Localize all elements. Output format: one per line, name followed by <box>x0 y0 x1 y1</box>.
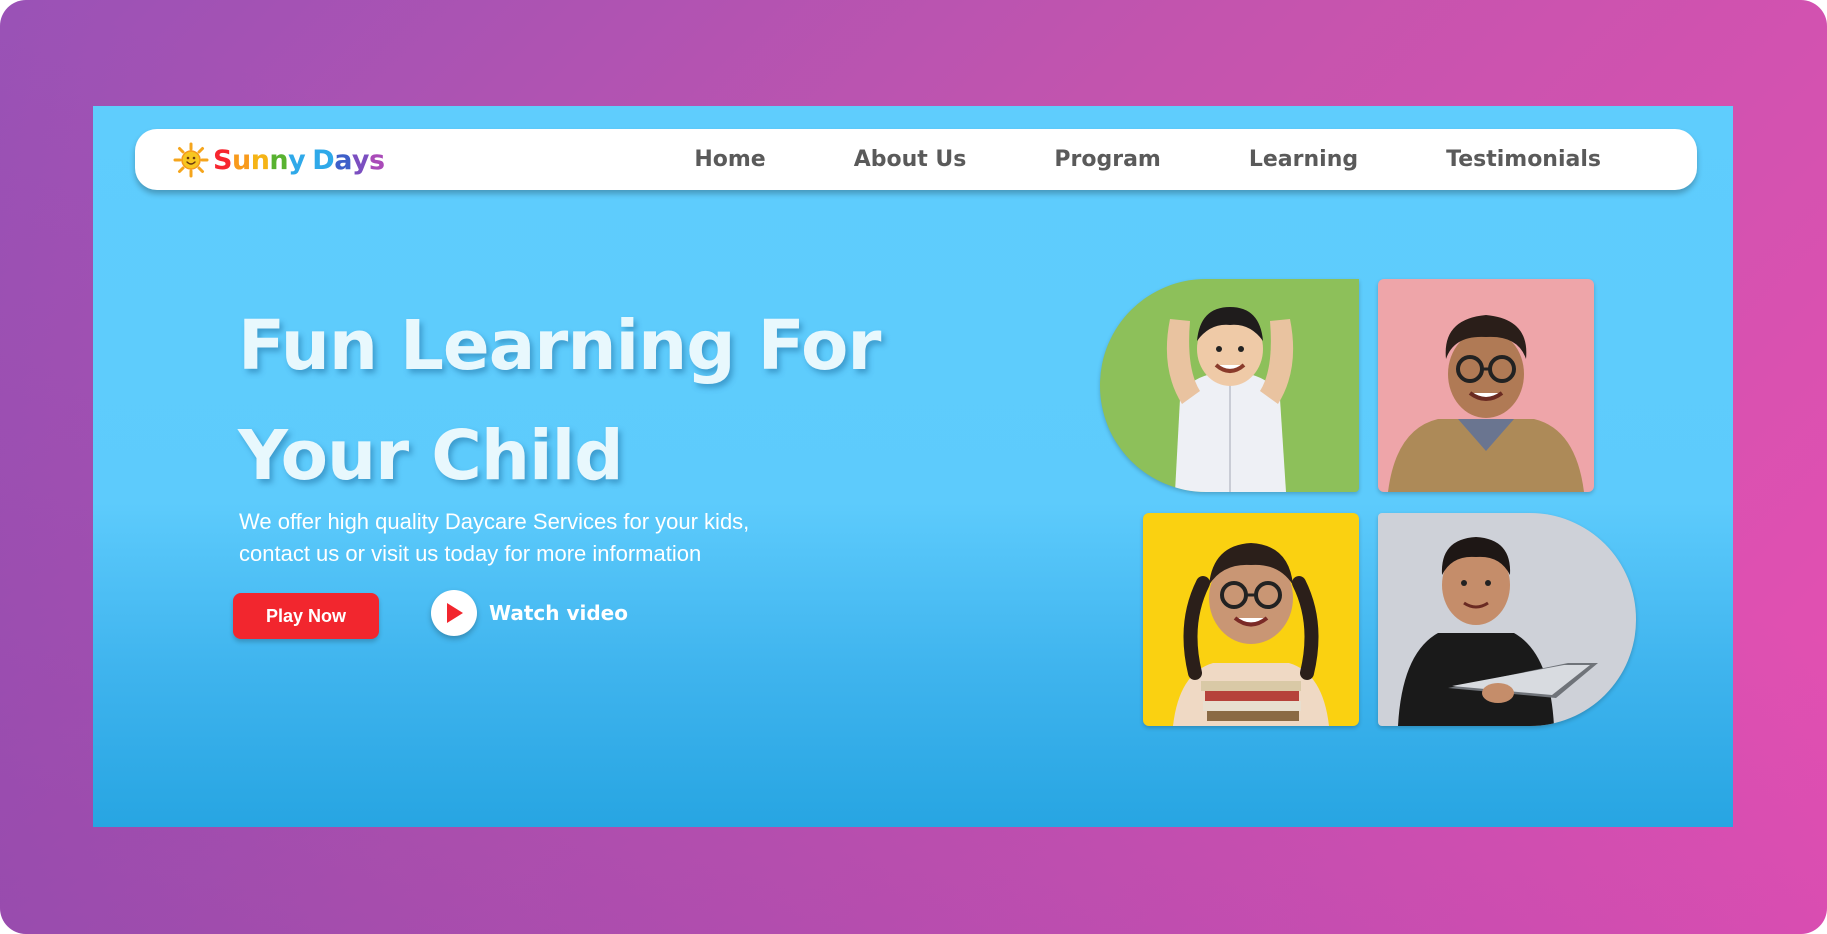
photo-boy-glasses-books <box>1378 279 1594 492</box>
nav-link-learning[interactable]: Learning <box>1249 147 1358 172</box>
sun-icon <box>173 142 209 178</box>
nav-links: Home About Us Program Learning Testimoni… <box>606 129 1601 190</box>
brand-letter: u <box>231 144 251 176</box>
brand-letter: y <box>351 144 370 176</box>
brand-letter: n <box>250 144 270 176</box>
top-navbar: Sunny Days Home About Us Program Learning… <box>135 129 1697 190</box>
hero-title-line-1: Fun Learning For <box>238 306 881 386</box>
nav-link-home[interactable]: Home <box>694 147 765 172</box>
photo-boy-books-on-head <box>1100 279 1359 492</box>
watch-video-label: Watch video <box>489 601 628 625</box>
hero-title-line-2: Your Child <box>238 416 624 496</box>
brand-letter: y <box>288 144 306 176</box>
photo-boy-tablet <box>1378 513 1636 726</box>
nav-link-program[interactable]: Program <box>1054 147 1160 172</box>
hero-title: Fun Learning For Your Child <box>238 291 881 511</box>
nav-link-about-us[interactable]: About Us <box>854 147 967 172</box>
watch-video-button[interactable]: Watch video <box>431 589 628 637</box>
brand-logo[interactable]: Sunny Days <box>173 141 385 179</box>
brand-letter: s <box>369 144 385 176</box>
brand-letter: D <box>312 144 335 176</box>
brand-name: Sunny Days <box>213 145 385 176</box>
photo-girl-pigtails-books <box>1143 513 1359 726</box>
website-preview: Sunny Days Home About Us Program Learning… <box>93 106 1733 827</box>
hero-subtitle-line-1: We offer high quality Daycare Services f… <box>239 509 750 534</box>
nav-link-testimonials[interactable]: Testimonials <box>1446 147 1601 172</box>
hero-subtitle: We offer high quality Daycare Services f… <box>239 506 859 570</box>
brand-letter: n <box>269 144 289 176</box>
hero-subtitle-line-2: contact us or visit us today for more in… <box>239 541 702 566</box>
brand-letter: S <box>213 144 232 176</box>
play-circle-icon[interactable] <box>431 590 477 636</box>
page-frame: Sunny Days Home About Us Program Learning… <box>0 0 1827 934</box>
play-now-button[interactable]: Play Now <box>233 593 379 639</box>
brand-letter: a <box>334 144 352 176</box>
